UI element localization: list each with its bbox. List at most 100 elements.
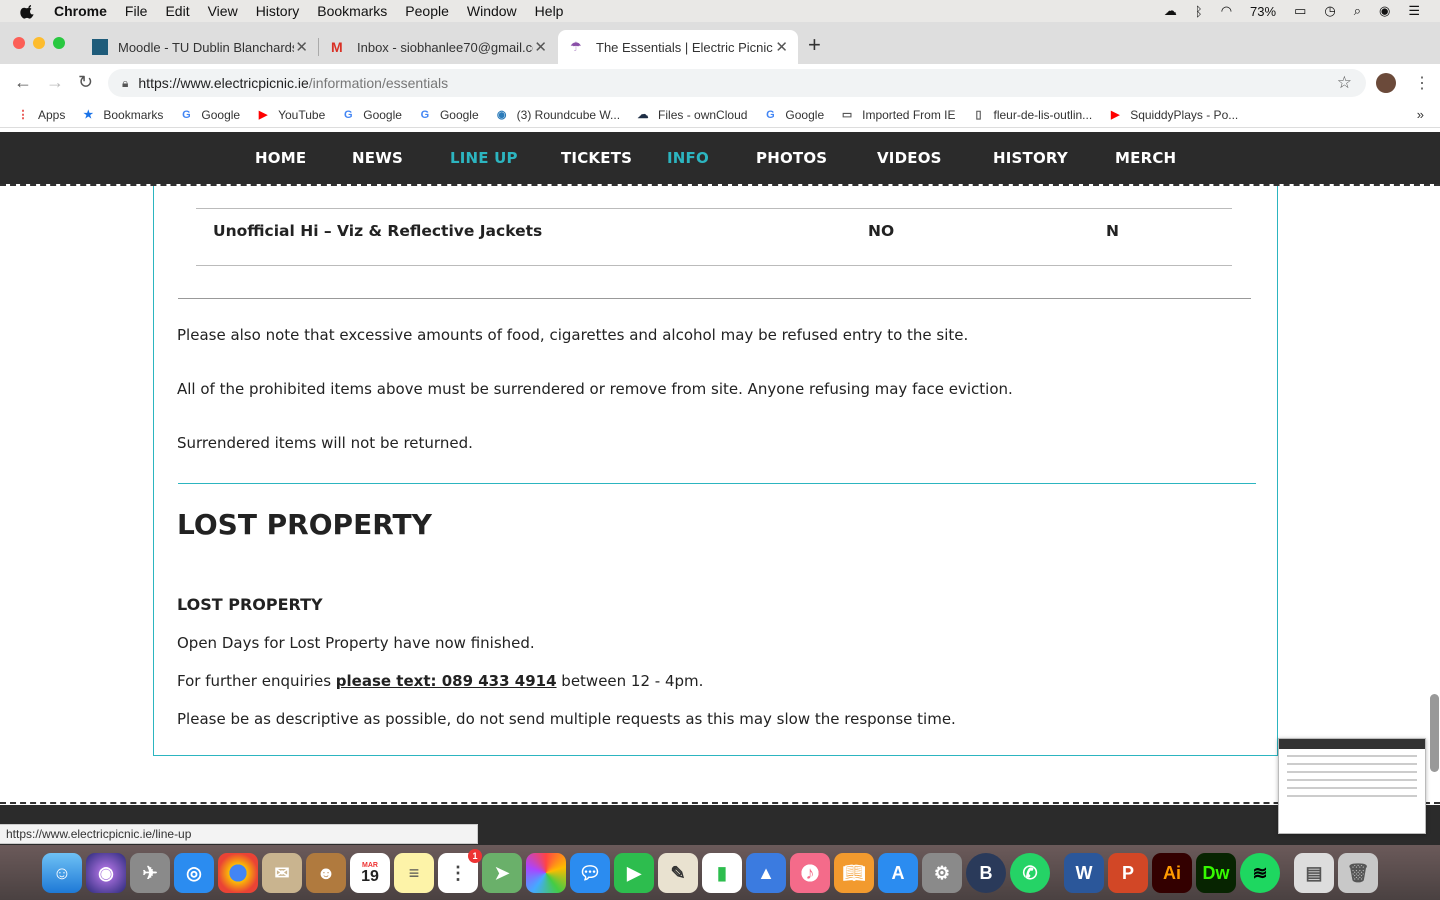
- numbers-icon[interactable]: ▮: [702, 853, 742, 893]
- bookmark-item[interactable]: G Google: [341, 108, 402, 122]
- tab-moodle[interactable]: Moodle - TU Dublin Blanchardstown ✕: [80, 30, 318, 64]
- minimize-window-icon[interactable]: [33, 37, 45, 49]
- bookmark-item[interactable]: ★ Bookmarks: [81, 108, 163, 122]
- bookmark-item[interactable]: ◉ (3) Roundcube W...: [495, 108, 620, 122]
- wifi-icon[interactable]: ◠: [1221, 3, 1232, 19]
- reminders-icon[interactable]: ⋮ 1: [438, 849, 482, 893]
- youtube-icon: ▶: [258, 109, 268, 121]
- trash-icon[interactable]: 🗑︎: [1338, 853, 1378, 893]
- bluetooth-icon[interactable]: ᛒ: [1195, 4, 1203, 19]
- time-machine-icon[interactable]: ◷: [1324, 3, 1335, 19]
- spotify-icon[interactable]: ≋: [1240, 853, 1280, 893]
- lost-property-text: Please be as descriptive as possible, do…: [177, 710, 956, 728]
- close-window-icon[interactable]: [13, 37, 25, 49]
- bookmark-item[interactable]: G Google: [179, 108, 240, 122]
- pages-icon[interactable]: ✎: [658, 853, 698, 893]
- apple-icon[interactable]: [20, 3, 36, 19]
- maximize-window-icon[interactable]: [53, 37, 65, 49]
- bookmark-label: Bookmarks: [103, 107, 164, 122]
- more-bookmarks-icon[interactable]: »: [1417, 107, 1424, 122]
- bookmark-star-icon[interactable]: ☆: [1337, 73, 1352, 93]
- siri-icon[interactable]: ◉: [1379, 3, 1390, 19]
- siri-icon[interactable]: ◉: [86, 853, 126, 893]
- bookmark-item[interactable]: ▶ SquiddyPlays - Po...: [1108, 108, 1238, 122]
- close-tab-icon[interactable]: ✕: [295, 38, 308, 56]
- notes-icon[interactable]: ≡: [394, 853, 434, 893]
- chrome-menu-icon[interactable]: ⋮: [1414, 73, 1430, 93]
- notification-center-icon[interactable]: ☰: [1408, 3, 1420, 19]
- maps-icon[interactable]: ➤: [482, 853, 522, 893]
- lock-icon[interactable]: 🔒︎: [122, 76, 128, 91]
- menu-file[interactable]: File: [125, 3, 148, 19]
- facetime-icon[interactable]: ▶: [614, 853, 654, 893]
- contacts-icon[interactable]: ☻: [306, 853, 346, 893]
- battery-percent[interactable]: 73%: [1250, 4, 1276, 19]
- menu-help[interactable]: Help: [535, 3, 564, 19]
- powerpoint-icon[interactable]: P: [1108, 853, 1148, 893]
- keynote-icon[interactable]: ▲: [746, 853, 786, 893]
- menu-app-name[interactable]: Chrome: [54, 3, 107, 19]
- nav-tickets[interactable]: TICKETS: [561, 149, 632, 167]
- roundcube-icon: ◉: [496, 109, 507, 121]
- system-preferences-icon[interactable]: ⚙: [922, 853, 962, 893]
- phone-link[interactable]: please text: 089 433 4914: [336, 672, 557, 690]
- bookmark-item[interactable]: ▶ YouTube: [256, 108, 325, 122]
- bookmark-item[interactable]: ▯ fleur-de-lis-outlin...: [971, 108, 1092, 122]
- forward-arrow-icon[interactable]: →: [46, 72, 64, 93]
- bookmark-item[interactable]: ▭ Imported From IE: [840, 108, 956, 122]
- whatsapp-icon[interactable]: ✆: [1010, 853, 1050, 893]
- nav-videos[interactable]: VIDEOS: [877, 149, 942, 167]
- app-store-icon[interactable]: A: [878, 853, 918, 893]
- battery-icon[interactable]: ▭: [1294, 3, 1306, 19]
- page-scrollbar[interactable]: [1430, 694, 1439, 772]
- calendar-icon[interactable]: MAR 19: [350, 853, 390, 893]
- messages-icon[interactable]: 💬︎: [570, 853, 610, 893]
- tab-electric-picnic[interactable]: ☂ The Essentials | Electric Picnic ✕: [558, 30, 798, 64]
- itunes-icon[interactable]: ♪: [790, 853, 830, 893]
- screenshot-thumbnail[interactable]: [1278, 738, 1426, 834]
- photos-icon[interactable]: [526, 853, 566, 893]
- safari-icon[interactable]: ◎: [174, 853, 214, 893]
- menu-people[interactable]: People: [405, 3, 449, 19]
- bookmark-label: Google: [363, 107, 402, 122]
- menu-history[interactable]: History: [256, 3, 300, 19]
- new-tab-icon[interactable]: +: [808, 32, 821, 58]
- nav-history[interactable]: HISTORY: [993, 149, 1068, 167]
- books-icon[interactable]: 📖︎: [834, 853, 874, 893]
- address-bar[interactable]: 🔒︎ https://www.electricpicnic.ie/informa…: [108, 69, 1366, 97]
- note-paragraph: All of the prohibited items above must b…: [177, 380, 1013, 398]
- close-tab-icon[interactable]: ✕: [534, 38, 547, 56]
- bookmark-item[interactable]: ⋮ Apps: [16, 108, 66, 122]
- nav-home[interactable]: HOME: [255, 149, 306, 167]
- menu-edit[interactable]: Edit: [165, 3, 189, 19]
- finder-icon[interactable]: ☺: [42, 853, 82, 893]
- page-icon: ▯: [975, 109, 982, 121]
- reload-icon[interactable]: ↻: [78, 72, 93, 93]
- documents-stack-icon[interactable]: ▤: [1294, 853, 1334, 893]
- nav-merch[interactable]: MERCH: [1115, 149, 1176, 167]
- tab-gmail-inbox[interactable]: M Inbox - siobhanlee70@gmail.com ✕: [319, 30, 557, 64]
- nav-photos[interactable]: PHOTOS: [756, 149, 827, 167]
- nav-line-up[interactable]: LINE UP: [450, 149, 518, 167]
- back-arrow-icon[interactable]: ←: [14, 72, 32, 93]
- illustrator-icon[interactable]: Ai: [1152, 853, 1192, 893]
- menu-view[interactable]: View: [208, 3, 238, 19]
- menu-bookmarks[interactable]: Bookmarks: [317, 3, 387, 19]
- nav-info[interactable]: INFO: [667, 149, 709, 167]
- bookmark-item[interactable]: G Google: [418, 108, 479, 122]
- word-icon[interactable]: W: [1064, 853, 1104, 893]
- dreamweaver-icon[interactable]: Dw: [1196, 853, 1236, 893]
- close-tab-icon[interactable]: ✕: [775, 38, 788, 56]
- launchpad-icon[interactable]: ✈: [130, 853, 170, 893]
- menu-window[interactable]: Window: [467, 3, 517, 19]
- bookmark-item[interactable]: ☁ Files - ownCloud: [636, 108, 748, 122]
- chrome-icon[interactable]: [218, 853, 258, 893]
- bookmark-item[interactable]: G Google: [763, 108, 824, 122]
- nav-news[interactable]: NEWS: [352, 149, 403, 167]
- profile-avatar[interactable]: [1376, 73, 1396, 93]
- creative-cloud-icon[interactable]: ☁: [1164, 3, 1177, 19]
- b-app-icon[interactable]: B: [966, 853, 1006, 893]
- spotlight-search-icon[interactable]: ⌕: [1354, 3, 1361, 19]
- mail-stamp-icon[interactable]: ✉: [262, 853, 302, 893]
- note-paragraph: Surrendered items will not be returned.: [177, 434, 473, 452]
